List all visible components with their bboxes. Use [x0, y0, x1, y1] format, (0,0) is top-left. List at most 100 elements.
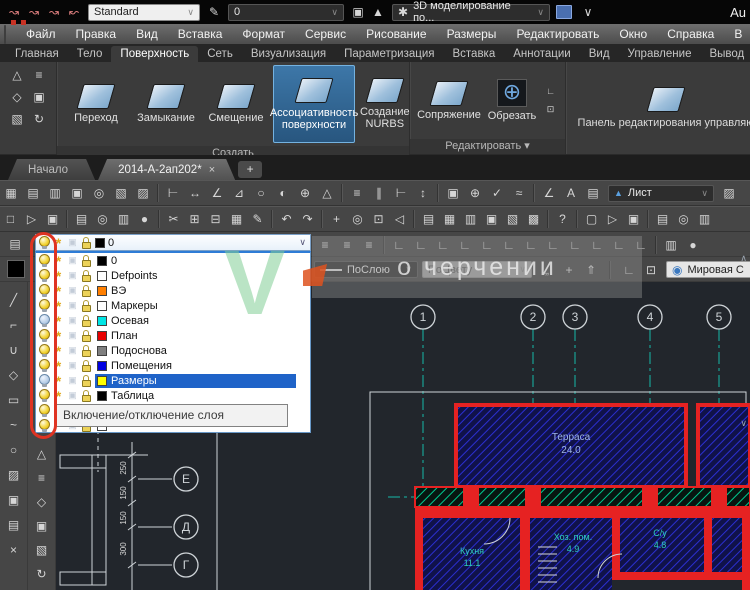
surface-associativity-button[interactable]: Ассоциативность поверхности: [273, 65, 355, 143]
dim-style-icon[interactable]: ▨: [718, 182, 740, 204]
nurbs-button[interactable]: Создание NURBS: [360, 78, 410, 130]
quick-calc-icon[interactable]: ▩: [523, 208, 544, 230]
ribbon-tab[interactable]: Управление: [619, 46, 701, 62]
zoom-realtime-icon[interactable]: ◎: [347, 208, 368, 230]
match-brush-icon[interactable]: ✎: [204, 2, 224, 22]
ribbon-tab[interactable]: Вывод: [700, 46, 750, 62]
layer-color-swatch[interactable]: [97, 286, 107, 296]
save-sheet-icon[interactable]: ▣: [623, 208, 644, 230]
render-icon[interactable]: ▲: [368, 2, 388, 22]
layer-color-swatch[interactable]: [97, 316, 107, 326]
layer-lock-icon[interactable]: [81, 390, 92, 402]
layer-vp-freeze-icon[interactable]: ▣: [67, 315, 78, 326]
open-file-icon[interactable]: ▷: [21, 208, 42, 230]
rotate-icon[interactable]: ↻: [32, 564, 52, 584]
paste-special-icon[interactable]: ▦: [226, 208, 247, 230]
copy-icon[interactable]: ⊞: [184, 208, 205, 230]
stack-icon[interactable]: ≡: [30, 66, 48, 84]
layer-vp-freeze-icon[interactable]: ▣: [67, 375, 78, 386]
menu-item[interactable]: Файл: [16, 27, 66, 41]
layer-color-swatch[interactable]: [97, 346, 107, 356]
menu-item[interactable]: Окно: [609, 27, 657, 41]
plot-style-icon[interactable]: ▥: [660, 234, 682, 256]
dim-aligned-icon[interactable]: ↔: [184, 182, 206, 204]
hatch-icon[interactable]: ▨: [4, 465, 24, 485]
viewport-icon[interactable]: ▦: [0, 182, 22, 204]
dim-style-combo[interactable]: ▲Лист∨: [608, 185, 714, 202]
layer-field-combo[interactable]: 0∨: [228, 4, 344, 21]
match-properties-icon[interactable]: ✎: [247, 208, 268, 230]
close-icon[interactable]: ×: [209, 164, 215, 176]
block-icon[interactable]: ▣: [4, 490, 24, 510]
ribbon-tab[interactable]: Вставка: [443, 46, 504, 62]
save-workspace-icon[interactable]: [554, 2, 574, 22]
rectangle-icon[interactable]: ▭: [4, 390, 24, 410]
help-icon[interactable]: ?: [552, 208, 573, 230]
menu-item[interactable]: Справка: [657, 27, 724, 41]
restore-viewport-icon[interactable]: ▨: [132, 182, 154, 204]
circle-icon[interactable]: ○: [4, 440, 24, 460]
layer-lock-icon[interactable]: [81, 300, 92, 312]
save-file-icon[interactable]: ▣: [42, 208, 63, 230]
layer-lock-icon[interactable]: [81, 255, 92, 267]
layer-vp-freeze-icon[interactable]: ▣: [67, 360, 78, 371]
menu-item[interactable]: Размеры: [437, 27, 507, 41]
design-center-icon[interactable]: ▦: [439, 208, 460, 230]
layer-vp-freeze-icon[interactable]: ▣: [67, 285, 78, 296]
layer-vp-freeze-icon[interactable]: ▣: [67, 345, 78, 356]
pan-icon[interactable]: +: [326, 208, 347, 230]
print-icon[interactable]: ▤: [652, 208, 673, 230]
layer-vp-freeze-icon[interactable]: ▣: [67, 390, 78, 401]
trim-button[interactable]: ⊕Обрезать: [486, 79, 538, 122]
box-icon[interactable]: ▣: [32, 516, 52, 536]
scroll-down-icon[interactable]: ∨: [740, 418, 747, 429]
dim-update-icon[interactable]: ▤: [582, 182, 604, 204]
open-sheet-icon[interactable]: ▷: [602, 208, 623, 230]
layer-vp-freeze-icon[interactable]: ▣: [67, 270, 78, 281]
stack-icon[interactable]: ≡: [32, 468, 52, 488]
dim-diameter-icon[interactable]: ⊕: [294, 182, 316, 204]
mleader-text-icon[interactable]: A: [560, 182, 582, 204]
plot-icon[interactable]: ▤: [71, 208, 92, 230]
redo-icon[interactable]: ↷: [297, 208, 318, 230]
layer-lock-icon[interactable]: [81, 360, 92, 372]
web-publish-icon[interactable]: ●: [134, 208, 155, 230]
dim-jogged-icon[interactable]: ◐: [272, 182, 294, 204]
menu-item[interactable]: Вставка: [168, 27, 233, 41]
ribbon-tab[interactable]: Параметризация: [335, 46, 443, 62]
construction-line-icon[interactable]: ⌐: [4, 315, 24, 335]
dim-baseline-icon[interactable]: ≡: [346, 182, 368, 204]
markup-icon[interactable]: ▧: [502, 208, 523, 230]
layer-color-swatch[interactable]: [97, 301, 107, 311]
ucs-icon[interactable]: ∟: [543, 84, 558, 99]
cut-icon[interactable]: ✂: [163, 208, 184, 230]
new-sheet-icon[interactable]: ▢: [581, 208, 602, 230]
layer-lock-icon[interactable]: [81, 345, 92, 357]
layer-vp-freeze-icon[interactable]: ▣: [67, 300, 78, 311]
create-tool-button[interactable]: Смещение: [204, 84, 268, 124]
spline-cv-icon[interactable]: ↜: [64, 2, 84, 22]
menu-item[interactable]: В: [724, 27, 750, 41]
ribbon-tab[interactable]: Главная: [6, 46, 68, 62]
zoom-previous-icon[interactable]: ◁: [389, 208, 410, 230]
ribbon-tab[interactable]: Сеть: [198, 46, 242, 62]
dim-break-icon[interactable]: ↕: [412, 182, 434, 204]
preview-icon[interactable]: ◎: [673, 208, 694, 230]
mleader-icon[interactable]: ∠: [538, 182, 560, 204]
paste-icon[interactable]: ⊟: [205, 208, 226, 230]
join-viewport-icon[interactable]: ▧: [110, 182, 132, 204]
lightbulb-status-icon[interactable]: ●: [682, 234, 704, 256]
dim-continue-icon[interactable]: ∥: [368, 182, 390, 204]
scroll-up-icon[interactable]: ∧: [740, 253, 747, 264]
workspace-combo[interactable]: ✱3D моделирование по...∨: [392, 4, 550, 21]
file-tab[interactable]: 2014-А-2ап202*×: [98, 159, 235, 180]
chevron-down-icon[interactable]: ∨: [299, 237, 306, 248]
publish-icon[interactable]: ▥: [113, 208, 134, 230]
new-file-icon[interactable]: □: [0, 208, 21, 230]
menu-item[interactable]: Правка: [66, 27, 127, 41]
ucs-dialog-icon[interactable]: ⊡: [640, 259, 662, 281]
menu-item[interactable]: Сервис: [295, 27, 356, 41]
cone-icon[interactable]: △: [32, 444, 52, 464]
layer-vp-freeze-icon[interactable]: ▣: [67, 330, 78, 341]
layer-row[interactable]: * ▣ Таблица: [36, 388, 310, 403]
